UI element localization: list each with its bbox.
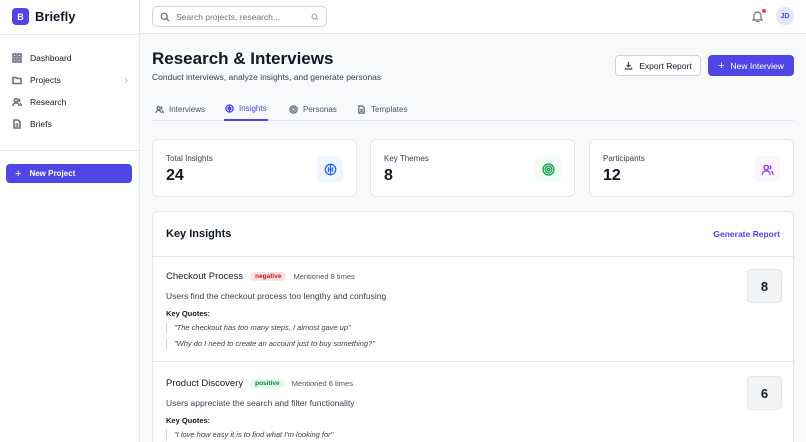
export-report-label: Export Report xyxy=(639,60,692,71)
tab-label: Personas xyxy=(303,105,337,114)
plus-icon: + xyxy=(718,59,725,72)
sidebar-item-label: Research xyxy=(30,97,67,107)
brain-icon xyxy=(225,104,234,113)
stat-label: Participants xyxy=(603,154,645,163)
search-placeholder: Search projects, research... xyxy=(176,11,280,22)
quote: "Why do I need to create an account just… xyxy=(166,338,782,350)
brain-icon xyxy=(317,156,343,182)
stat-value: 8 xyxy=(384,167,393,184)
target-icon xyxy=(289,105,298,114)
avatar[interactable]: JD xyxy=(776,7,794,25)
panel-divider xyxy=(153,361,795,362)
sidebar-divider xyxy=(0,150,140,151)
page-subtitle: Conduct interviews, analyze insights, an… xyxy=(152,72,382,82)
sidebar-item-research[interactable]: Research xyxy=(0,91,140,113)
sentiment-badge: positive xyxy=(250,378,285,388)
insight-description: Users appreciate the search and filter f… xyxy=(166,398,355,408)
sidebar: B Briefly Dashboard Projects › Research … xyxy=(0,0,140,442)
sidebar-item-label: Briefs xyxy=(30,119,52,129)
stat-label: Total Insights xyxy=(166,154,213,163)
insight-count: 6 xyxy=(747,376,782,410)
tab-personas[interactable]: Personas xyxy=(289,98,337,121)
insight-title: Product Discovery xyxy=(166,377,244,389)
mention-count: Mentioned 6 times xyxy=(291,378,353,388)
plus-icon: + xyxy=(15,167,22,180)
insight-title: Checkout Process xyxy=(166,270,244,282)
tab-bar: Interviews Insights Personas Templates xyxy=(152,98,794,121)
users-icon xyxy=(754,156,780,182)
notification-dot xyxy=(762,9,766,13)
download-icon xyxy=(625,61,633,70)
search-icon xyxy=(160,12,170,21)
tab-interviews[interactable]: Interviews xyxy=(155,98,205,121)
new-interview-button[interactable]: + New Interview xyxy=(708,55,794,76)
folder-icon xyxy=(12,76,22,85)
key-insights-panel: Key Insights Generate Report Checkout Pr… xyxy=(152,211,795,442)
search-input[interactable]: Search projects, research... xyxy=(152,6,327,27)
generate-report-link[interactable]: Generate Report xyxy=(713,229,780,239)
brand-logo: B xyxy=(12,8,29,25)
sidebar-item-dashboard[interactable]: Dashboard xyxy=(0,47,140,69)
new-project-label: New Project xyxy=(29,169,76,178)
quotes-label: Key Quotes: xyxy=(166,309,211,318)
insight-count: 8 xyxy=(747,269,782,303)
quotes-label: Key Quotes: xyxy=(166,416,211,425)
stat-card-total-insights: Total Insights 24 xyxy=(152,139,357,197)
stat-card-participants: Participants 12 xyxy=(589,139,794,197)
insight-item: Product Discovery positive Mentioned 6 t… xyxy=(166,376,782,441)
tab-label: Interviews xyxy=(169,105,206,114)
tab-templates[interactable]: Templates xyxy=(357,98,407,121)
quote: "The checkout has too many steps, I almo… xyxy=(166,322,782,334)
brand-name: Briefly xyxy=(35,9,76,24)
new-project-button[interactable]: + New Project xyxy=(6,164,132,183)
brand[interactable]: B Briefly xyxy=(12,8,75,25)
stat-value: 12 xyxy=(603,167,621,184)
users-icon xyxy=(12,97,22,107)
insight-description: Users find the checkout process too leng… xyxy=(166,291,387,301)
tab-label: Templates xyxy=(371,105,408,114)
target-icon xyxy=(535,156,561,182)
sidebar-item-briefs[interactable]: Briefs xyxy=(0,113,140,135)
new-interview-label: New Interview xyxy=(730,60,784,71)
quote: "I love how easy it is to find what I'm … xyxy=(166,429,782,441)
stat-label: Key Themes xyxy=(384,154,429,163)
users-icon xyxy=(155,105,164,114)
insight-item: Checkout Process negative Mentioned 8 ti… xyxy=(166,269,782,350)
panel-title: Key Insights xyxy=(166,228,232,240)
panel-divider xyxy=(153,256,795,257)
topbar: Search projects, research... JD xyxy=(140,0,806,34)
tab-insights[interactable]: Insights xyxy=(224,98,268,121)
page-title: Research & Interviews xyxy=(152,49,334,68)
sidebar-divider xyxy=(0,34,140,35)
chevron-right-icon: › xyxy=(124,74,128,86)
sidebar-nav: Dashboard Projects › Research Briefs xyxy=(0,47,140,135)
mention-count: Mentioned 8 times xyxy=(293,271,355,281)
tab-label: Insights xyxy=(239,104,267,113)
document-icon xyxy=(13,119,21,129)
sidebar-item-label: Dashboard xyxy=(30,53,72,63)
stat-card-key-themes: Key Themes 8 xyxy=(370,139,575,197)
search-icon[interactable] xyxy=(311,13,319,21)
sidebar-item-label: Projects xyxy=(30,75,61,85)
grid-icon xyxy=(12,53,22,63)
export-report-button[interactable]: Export Report xyxy=(615,55,701,76)
sentiment-badge: negative xyxy=(250,271,287,281)
stat-value: 24 xyxy=(166,167,184,184)
sidebar-item-projects[interactable]: Projects › xyxy=(0,69,140,91)
document-icon xyxy=(358,105,365,114)
